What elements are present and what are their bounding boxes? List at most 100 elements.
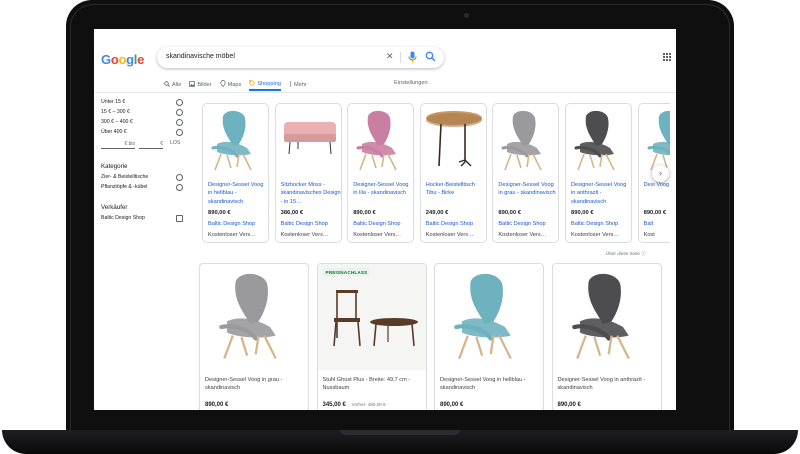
product-shop[interactable]: Balt: [644, 221, 654, 227]
checkbox[interactable]: [176, 214, 183, 222]
category-filter-option-label: Pflanztöpfe & -kübel: [101, 184, 148, 190]
microphone-icon[interactable]: [408, 51, 417, 65]
price-filter-option[interactable]: 300 € – 400 €: [101, 117, 183, 127]
product-card[interactable]: Designer-Sessel Voog in grau - skandinav…: [492, 103, 560, 243]
product-card[interactable]: Designer-Sessel Voog in hellblau - skand…: [202, 103, 269, 243]
product-image[interactable]: [493, 104, 558, 178]
product-price: 890,00 €: [498, 210, 521, 216]
price-range: € bis € LOS: [101, 139, 183, 151]
product-price-value: 890,00 €: [557, 402, 581, 408]
product-shipping: Kostenloser Vers…: [208, 232, 256, 238]
product-shop[interactable]: Baltic Design Shop: [353, 221, 400, 227]
product-price-value: 890,00 €: [440, 402, 464, 408]
product-image[interactable]: [348, 104, 413, 178]
settings-link[interactable]: Einstellungen: [394, 80, 428, 86]
tab-shopping[interactable]: Shopping: [249, 78, 281, 91]
google-logo[interactable]: Google: [101, 52, 144, 67]
product-shipping: Kostenloser Vers…: [280, 232, 329, 238]
product-title[interactable]: Sitzhocker Moss - skandinavisches Design…: [281, 181, 341, 206]
tab-mehr[interactable]: Mehr: [289, 78, 307, 91]
radio-button[interactable]: [176, 128, 183, 136]
about-page-link[interactable]: Über diese Seite ⓘ: [606, 251, 646, 257]
product-image[interactable]: [553, 264, 661, 370]
radio-button[interactable]: [176, 183, 183, 191]
product-shop[interactable]: Baltic Design Shop: [498, 221, 545, 227]
price-filter-option[interactable]: 15 € – 300 €: [101, 107, 183, 117]
product-price: 249,00 €: [425, 210, 449, 216]
product-image[interactable]: [200, 264, 308, 370]
price-filter-option-label: 300 € – 400 €: [101, 119, 133, 125]
radio-button[interactable]: [176, 118, 183, 126]
search-box[interactable]: skandinavische möbel ✕: [157, 47, 444, 68]
product-shop[interactable]: Baltic Design Shop: [426, 221, 473, 227]
search-icon[interactable]: [425, 51, 436, 64]
price-filter-option[interactable]: Über 400 €: [101, 127, 183, 137]
tab-bilder[interactable]: Bilder: [189, 78, 212, 91]
camera-icon: [464, 13, 469, 18]
product-title[interactable]: Designer-Sessel Voog in grau - skandinav…: [205, 376, 307, 392]
carousel-next-button[interactable]: ›: [652, 165, 669, 182]
product-card[interactable]: Sitzhocker Moss - skandinavisches Design…: [274, 103, 342, 243]
tab-label: Bilder: [197, 81, 212, 88]
product-image[interactable]: [317, 264, 426, 370]
product-shipping: Kost: [643, 232, 655, 238]
product-image[interactable]: [566, 104, 631, 178]
price-filter-option-label: 15 € – 300 €: [101, 109, 130, 115]
product-card[interactable]: Designer-Sessel Voog in anthrazit - skan…: [565, 103, 632, 243]
product-title[interactable]: Designer-Sessel Voog in hellblau - skand…: [208, 181, 268, 206]
radio-button[interactable]: [176, 173, 183, 181]
price-filter-option-label: Über 400 €: [101, 129, 127, 135]
more-vert-icon: [289, 80, 292, 89]
product-title[interactable]: Designer-Sessel Voog in lila - skandinav…: [353, 181, 413, 198]
product-image[interactable]: [435, 264, 543, 370]
clear-icon[interactable]: ✕: [386, 51, 394, 62]
product-shipping: Kostenloser Vers…: [571, 232, 619, 238]
product-title[interactable]: Designer-Sessel Voog in hellblau - skand…: [440, 376, 542, 392]
old-price: · Vorher: 490,00 €: [348, 402, 386, 407]
product-shipping: Kostenloser Vers…: [425, 232, 474, 238]
product-grid-card[interactable]: Designer-Sessel Voog in anthrazit - skan…: [551, 263, 662, 410]
product-grid-card[interactable]: PREISNACHLASS Stuhl Ghost Plus - Breite: …: [316, 263, 427, 410]
product-title[interactable]: Designer-Sessel Voog in anthrazit - skan…: [571, 181, 631, 206]
product-price: 386,00 €: [280, 210, 304, 216]
seller-filter-option[interactable]: Baltic Design Shop: [101, 213, 183, 223]
radio-button[interactable]: [176, 98, 183, 106]
product-image[interactable]: [203, 104, 268, 178]
product-price: 890,00 €: [571, 210, 594, 216]
product-image[interactable]: [421, 104, 486, 178]
tab-maps[interactable]: Maps: [220, 78, 241, 91]
map-pin-icon: [220, 80, 226, 89]
product-card[interactable]: Designer-Sessel Voog in lila - skandinav…: [347, 103, 415, 243]
tag-icon: [249, 79, 256, 88]
product-price: 890,00 €: [208, 210, 231, 216]
radio-button[interactable]: [176, 108, 183, 116]
product-shop[interactable]: Baltic Design Shop: [571, 221, 618, 227]
product-title[interactable]: Stuhl Ghost Plus - Breite: 49,7 cm - Nus…: [323, 376, 425, 392]
product-title[interactable]: Designer-Sessel Voog in anthrazit - skan…: [558, 376, 660, 392]
search-input[interactable]: skandinavische möbel: [166, 53, 235, 60]
search-tabs: Alle Bilder Maps Shopping Mehr: [164, 78, 315, 92]
tab-alle[interactable]: Alle: [164, 78, 181, 91]
product-grid-card[interactable]: Designer-Sessel Voog in hellblau - skand…: [434, 263, 544, 410]
product-image[interactable]: [276, 104, 341, 178]
product-shop[interactable]: Baltic Design Shop: [281, 221, 328, 227]
apps-grid-icon[interactable]: [663, 53, 671, 61]
product-title[interactable]: Desi Voog skan: [644, 181, 670, 189]
price-min-field[interactable]: € bis: [101, 140, 135, 149]
product-carousel: Designer-Sessel Voog in hellblau - skand…: [202, 103, 670, 245]
product-grid-card[interactable]: Designer-Sessel Voog in grau - skandinav…: [199, 263, 309, 410]
price-max-field[interactable]: €: [139, 140, 163, 149]
price-go-button[interactable]: LOS: [170, 140, 180, 146]
product-price: 890,00 €: [353, 210, 376, 216]
product-card[interactable]: Hocker-Beistelltisch Tibu - Birke 249,00…: [419, 103, 487, 243]
category-filter-option[interactable]: Pflanztöpfe & -kübel: [101, 182, 183, 192]
category-heading: Kategorie: [101, 163, 128, 170]
category-filter-option[interactable]: Zier- & Beistelltische: [101, 172, 183, 182]
product-title[interactable]: Hocker-Beistelltisch Tibu - Birke: [426, 181, 486, 198]
product-price: 890,00 €: [558, 402, 581, 408]
price-filter-option[interactable]: Unter 15 €: [101, 97, 183, 107]
product-shop[interactable]: Baltic Design Shop: [208, 221, 255, 227]
tab-label: Alle: [172, 81, 182, 88]
product-title[interactable]: Designer-Sessel Voog in grau - skandinav…: [498, 181, 558, 198]
category-filter-option-label: Zier- & Beistelltische: [101, 174, 149, 180]
